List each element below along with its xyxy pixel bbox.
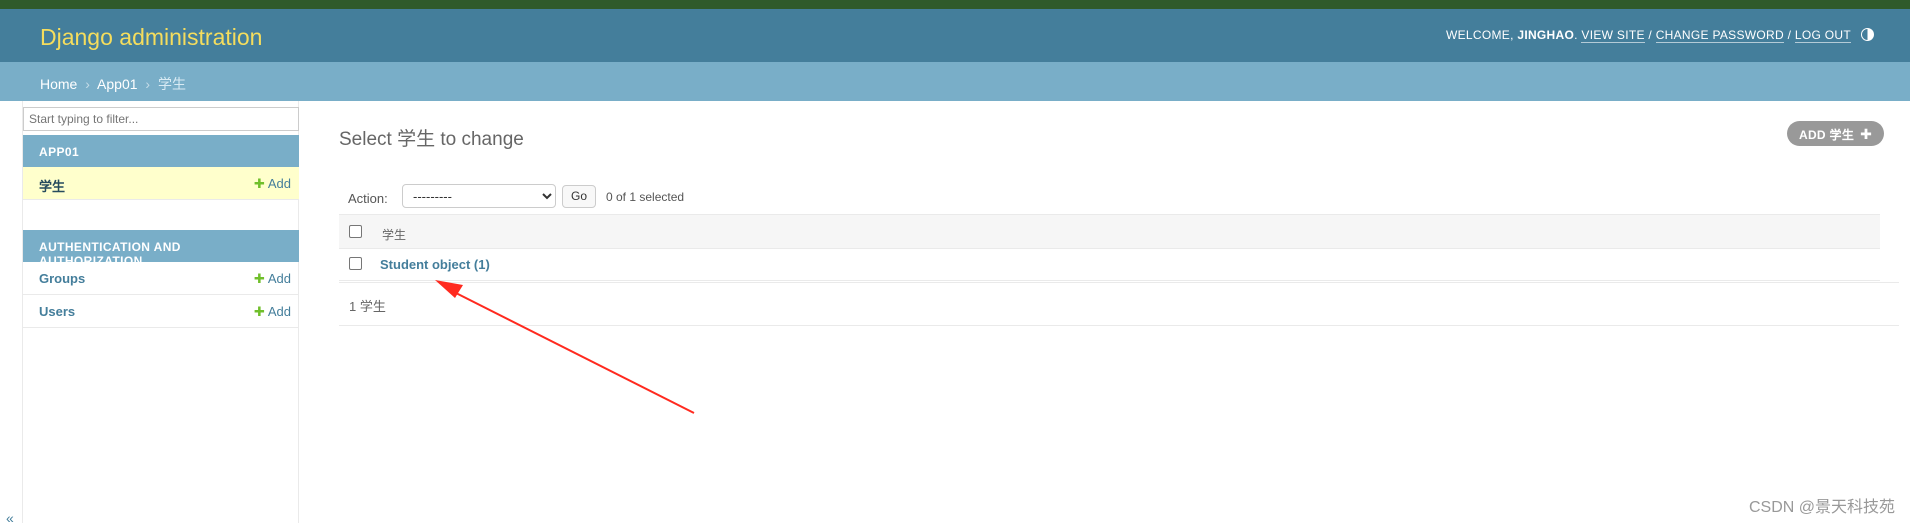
breadcrumb-app01[interactable]: App01: [97, 76, 137, 92]
module-auth: AUTHENTICATION AND AUTHORIZATION Groups …: [23, 230, 299, 328]
user-tools: WELCOME, JINGHAO. VIEW SITE / CHANGE PAS…: [1445, 28, 1874, 43]
breadcrumb-home[interactable]: Home: [40, 76, 77, 92]
module-caption-app01[interactable]: APP01: [23, 135, 299, 167]
sidebar-item-label[interactable]: Groups: [39, 271, 85, 286]
change-password-link[interactable]: CHANGE PASSWORD: [1655, 28, 1784, 43]
top-stripe: [0, 0, 1910, 9]
breadcrumb-current: 学生: [157, 76, 186, 92]
plus-icon: ✚: [253, 304, 265, 319]
add-student-link[interactable]: ✚ Add: [254, 176, 291, 192]
add-user-link[interactable]: ✚ Add: [254, 304, 291, 320]
log-out-link[interactable]: LOG OUT: [1794, 28, 1851, 43]
sidebar-item-student: 学生 ✚ Add: [23, 167, 299, 200]
sidebar-item-users: Users ✚ Add: [23, 295, 299, 328]
selection-count: 0 of 1 selected: [606, 190, 685, 204]
select-all-checkbox[interactable]: [349, 225, 362, 238]
plus-icon: ✚: [253, 271, 265, 286]
site-name[interactable]: Django administration: [40, 24, 262, 51]
watermark: CSDN @景天科技苑: [1748, 499, 1895, 516]
paginator: 1 学生: [339, 282, 1899, 326]
student-object-link[interactable]: Student object (1): [380, 257, 490, 272]
plus-icon: ✚: [1860, 126, 1873, 142]
theme-toggle-icon[interactable]: [1861, 28, 1874, 41]
breadcrumb: Home › App01 › 学生: [0, 62, 1910, 101]
sidebar: APP01 学生 ✚Add AUTHENTICATION AND AUTHORI…: [22, 101, 299, 523]
collapse-sidebar-icon[interactable]: «: [6, 510, 14, 523]
column-header-student[interactable]: 学生: [382, 226, 406, 243]
username: JINGHAO: [1517, 28, 1575, 42]
module-caption-auth[interactable]: AUTHENTICATION AND AUTHORIZATION: [23, 230, 299, 268]
header: Django administration WELCOME, JINGHAO. …: [0, 9, 1910, 62]
action-select[interactable]: ---------: [402, 184, 556, 208]
page-title: Select 学生 to change: [339, 129, 524, 150]
row-checkbox[interactable]: [349, 257, 362, 270]
add-student-button[interactable]: ADD 学生 ✚: [1787, 121, 1885, 146]
plus-icon: ✚: [253, 176, 265, 191]
action-label: Action:: [348, 191, 388, 206]
add-group-link[interactable]: ✚ Add: [254, 271, 291, 287]
welcome-text: WELCOME,: [1445, 28, 1518, 42]
table-header: 学生: [339, 214, 1880, 249]
table-row: Student object (1): [339, 249, 1880, 281]
sidebar-filter-input[interactable]: [23, 107, 299, 131]
go-button[interactable]: Go: [562, 185, 596, 208]
sidebar-item-groups: Groups ✚ Add: [23, 262, 299, 295]
sidebar-item-label[interactable]: Users: [39, 304, 75, 319]
view-site-link[interactable]: VIEW SITE: [1581, 28, 1645, 43]
sidebar-item-label[interactable]: 学生: [39, 179, 65, 194]
module-app01: APP01 学生 ✚ Add: [23, 135, 299, 200]
